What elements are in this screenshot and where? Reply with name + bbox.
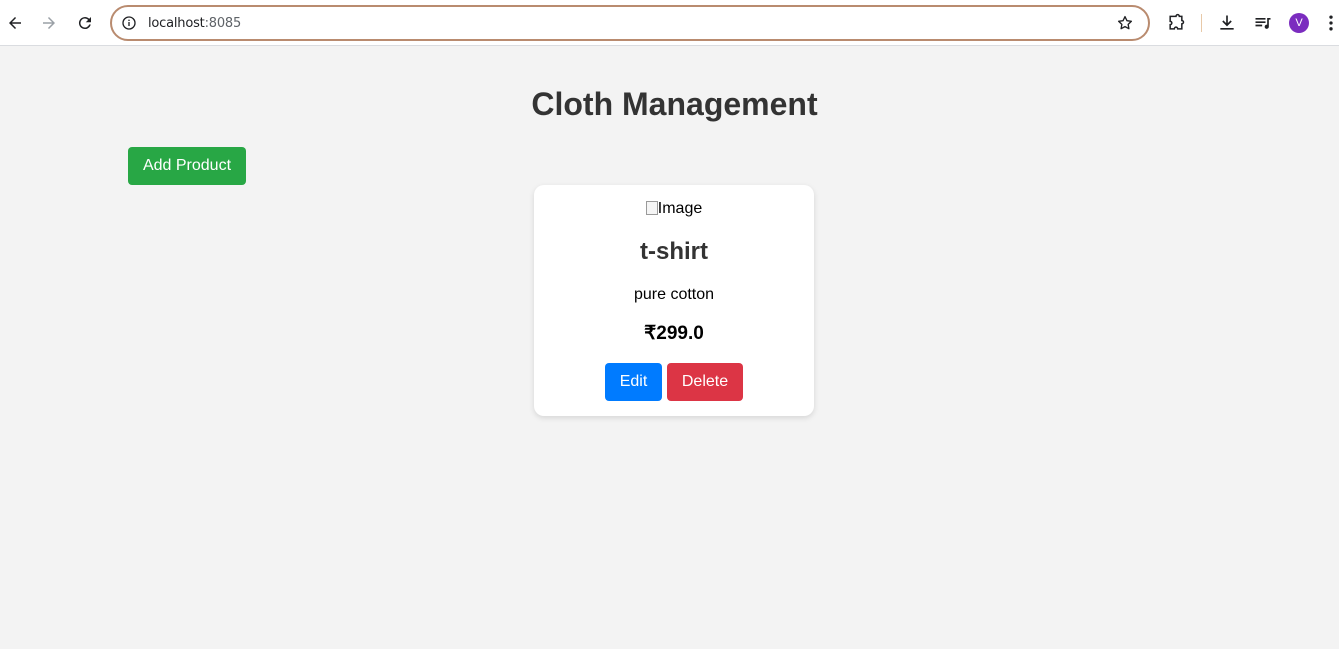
download-icon	[1220, 15, 1234, 30]
product-price: ₹299.0	[644, 323, 704, 344]
profile-avatar[interactable]: V	[1289, 13, 1309, 33]
broken-image-icon	[645, 201, 658, 215]
arrow-left-icon	[9, 17, 21, 29]
puzzle-icon	[1169, 13, 1185, 30]
product-description: pure cotton	[633, 286, 715, 303]
forward-button[interactable]	[34, 8, 64, 38]
reload-button[interactable]	[70, 8, 100, 38]
info-icon[interactable]	[121, 15, 137, 31]
media-controls-button[interactable]	[1252, 12, 1274, 34]
address-bar[interactable]: localhost:8085	[110, 5, 1150, 41]
add-product-button[interactable]: Add Product	[128, 147, 246, 185]
bookmark-star-icon[interactable]	[1116, 14, 1134, 32]
arrow-right-icon	[43, 17, 55, 29]
url-port: :8085	[204, 16, 242, 31]
url-host: localhost	[148, 16, 205, 31]
delete-button[interactable]: Delete	[667, 363, 743, 401]
extensions-button[interactable]	[1165, 12, 1187, 34]
edit-button[interactable]: Edit	[605, 363, 662, 401]
product-card: Image t-shirt pure cotton ₹299.0 Edit De…	[534, 185, 814, 416]
back-button[interactable]	[0, 8, 30, 38]
url-text: localhost:8085	[148, 16, 241, 31]
playlist-music-icon	[1255, 18, 1271, 29]
downloads-button[interactable]	[1216, 12, 1238, 34]
reload-icon	[78, 17, 91, 30]
product-name: t-shirt	[640, 238, 708, 265]
product-image-alt: Image	[657, 200, 703, 217]
browser-toolbar: localhost:8085 V	[0, 0, 1339, 46]
product-image: Image	[534, 200, 814, 218]
browser-menu-button[interactable]	[1324, 12, 1338, 34]
page-title: Cloth Management	[531, 86, 818, 122]
more-vert-icon	[1329, 15, 1333, 31]
toolbar-separator	[1201, 14, 1202, 32]
